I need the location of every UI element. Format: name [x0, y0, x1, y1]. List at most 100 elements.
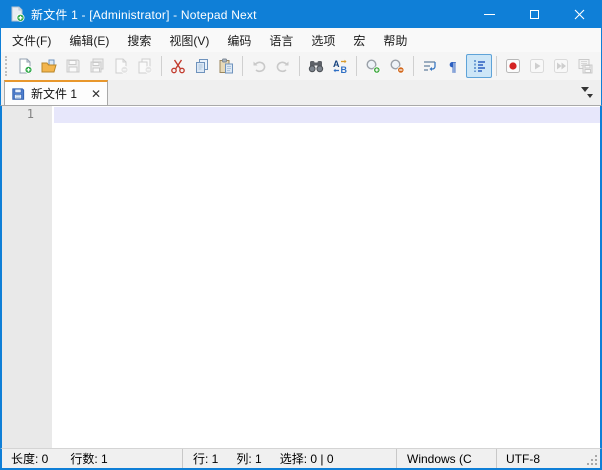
status-encoding-label: UTF-8 — [506, 451, 540, 466]
status-doc-summary: 长度: 0 行数: 1 — [2, 449, 183, 468]
status-length: 长度: 0 — [11, 452, 49, 466]
save-icon — [66, 59, 80, 73]
toolbar: A B ¶ — [0, 52, 602, 80]
open-file-button[interactable] — [37, 54, 61, 78]
redo-button[interactable] — [271, 54, 295, 78]
new-file-icon — [19, 58, 33, 74]
tab-list-button[interactable] — [577, 85, 593, 101]
save-macro-button[interactable] — [573, 54, 597, 78]
menu-bar: 文件(F) 编辑(E) 搜索 视图(V) 编码 语言 选项 宏 帮助 — [0, 28, 602, 52]
paste-icon — [219, 58, 233, 74]
notepad-next-window: 新文件 1 - [Administrator] - Notepad Next 文… — [0, 0, 602, 470]
status-encoding[interactable]: UTF-8 — [497, 449, 600, 468]
undo-icon — [253, 61, 266, 73]
zoom-out-icon — [390, 59, 405, 74]
tab-close-icon[interactable]: ✕ — [91, 88, 101, 100]
save-macro-icon — [578, 59, 593, 74]
copy-icon — [196, 59, 208, 73]
cut-icon — [171, 59, 185, 74]
status-line: 行: 1 — [193, 452, 219, 466]
play-macro-button[interactable] — [525, 54, 549, 78]
close-file-button[interactable] — [109, 54, 133, 78]
close-all-button[interactable] — [133, 54, 157, 78]
status-eol-label: Windows (C — [407, 451, 472, 466]
line-number-gutter: 1 — [2, 106, 52, 448]
minimize-icon — [484, 13, 495, 15]
new-file-button[interactable] — [13, 54, 37, 78]
menu-view[interactable]: 视图(V) — [160, 28, 218, 53]
svg-text:B: B — [341, 65, 348, 74]
record-macro-icon — [506, 59, 520, 73]
close-icon — [574, 9, 585, 19]
status-cursor-position: 行: 1 列: 1 选择: 0 | 0 — [183, 449, 397, 468]
show-all-characters-button[interactable]: ¶ — [442, 54, 466, 78]
word-wrap-icon — [424, 61, 436, 71]
menu-encoding[interactable]: 编码 — [218, 28, 260, 53]
zoom-out-button[interactable] — [385, 54, 409, 78]
menu-macro[interactable]: 宏 — [344, 28, 374, 53]
cut-button[interactable] — [166, 54, 190, 78]
editor-area[interactable]: 1 — [0, 106, 602, 448]
word-wrap-button[interactable] — [418, 54, 442, 78]
save-all-button[interactable] — [85, 54, 109, 78]
text-area[interactable] — [52, 106, 600, 448]
tab-label: 新文件 1 — [31, 87, 78, 101]
menu-file[interactable]: 文件(F) — [3, 28, 60, 53]
open-file-icon — [41, 59, 57, 73]
toolbar-grip[interactable] — [5, 56, 10, 76]
copy-button[interactable] — [190, 54, 214, 78]
replace-icon: A B — [333, 59, 348, 74]
close-all-icon — [138, 58, 153, 74]
saved-file-icon — [12, 87, 25, 100]
status-bar: 长度: 0 行数: 1 行: 1 列: 1 选择: 0 | 0 Windows … — [0, 448, 602, 468]
chevron-down-icon — [587, 94, 593, 98]
title-bar: 新文件 1 - [Administrator] - Notepad Next — [0, 0, 602, 28]
menu-settings[interactable]: 选项 — [302, 28, 344, 53]
line-number: 1 — [26, 107, 34, 121]
resize-grip-icon[interactable] — [587, 455, 598, 466]
status-selection: 选择: 0 | 0 — [279, 452, 334, 466]
find-icon — [308, 61, 324, 73]
chevron-down-icon — [581, 87, 589, 92]
close-button[interactable] — [557, 0, 602, 28]
toolbar-separator — [356, 56, 357, 76]
tab-new-file-1[interactable]: 新文件 1 ✕ — [4, 80, 108, 105]
find-button[interactable] — [304, 54, 328, 78]
svg-text:A: A — [333, 59, 340, 69]
replace-button[interactable]: A B — [328, 54, 352, 78]
menu-edit[interactable]: 编辑(E) — [60, 28, 118, 53]
menu-language[interactable]: 语言 — [260, 28, 302, 53]
paste-button[interactable] — [214, 54, 238, 78]
toolbar-separator — [161, 56, 162, 76]
zoom-in-button[interactable] — [361, 54, 385, 78]
status-line-count: 行数: 1 — [70, 452, 108, 466]
redo-icon — [276, 61, 289, 73]
close-file-icon — [115, 58, 129, 74]
app-icon — [11, 6, 25, 22]
svg-text:¶: ¶ — [449, 60, 457, 74]
menu-search[interactable]: 搜索 — [118, 28, 160, 53]
tab-bar: 新文件 1 ✕ — [0, 80, 602, 106]
play-macro-icon — [530, 59, 544, 73]
status-eol-format[interactable]: Windows (C — [397, 449, 497, 468]
record-macro-button[interactable] — [501, 54, 525, 78]
toolbar-separator — [299, 56, 300, 76]
window-title: 新文件 1 - [Administrator] - Notepad Next — [31, 7, 257, 22]
maximize-icon — [530, 9, 539, 19]
run-macro-multiple-icon — [554, 59, 568, 73]
indent-guide-button[interactable] — [466, 54, 492, 78]
minimize-button[interactable] — [467, 0, 512, 28]
toolbar-separator — [413, 56, 414, 76]
save-all-icon — [90, 58, 104, 73]
run-macro-multiple-button[interactable] — [549, 54, 573, 78]
caret-line-highlight — [54, 107, 600, 123]
maximize-button[interactable] — [512, 0, 557, 28]
indent-guide-icon — [474, 60, 485, 72]
menu-help[interactable]: 帮助 — [374, 28, 416, 53]
toolbar-separator — [242, 56, 243, 76]
toolbar-separator — [496, 56, 497, 76]
status-column: 列: 1 — [236, 452, 262, 466]
save-button[interactable] — [61, 54, 85, 78]
show-all-characters-icon: ¶ — [449, 60, 457, 74]
undo-button[interactable] — [247, 54, 271, 78]
